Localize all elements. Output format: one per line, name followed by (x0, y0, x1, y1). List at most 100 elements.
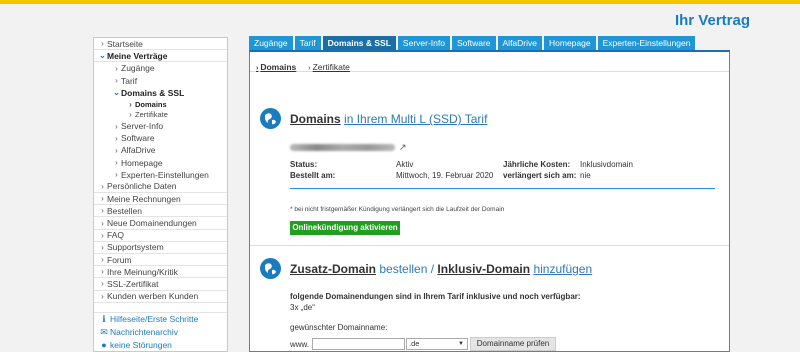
sidebar-item-meine-verträge[interactable]: ⌄ Meine Verträge (94, 50, 227, 63)
sidebar-item-label: Homepage (121, 157, 163, 168)
check-domain-button[interactable]: Domainname prüfen (470, 337, 556, 351)
chevron-down-icon: ⌄ (113, 88, 120, 98)
chevron-right-icon: › (129, 99, 132, 109)
chevron-right-icon: › (129, 110, 132, 120)
sidebar-item-label: Forum (107, 254, 132, 265)
chevron-right-icon: › (101, 218, 104, 228)
help-link-0[interactable]: ℹ Hilfeseite/Erste Schritte (94, 313, 227, 326)
included-tlds-info: folgende Domainendungen sind in Ihrem Ta… (290, 292, 581, 301)
sidebar-item-label: Zugänge (121, 63, 155, 74)
chevron-right-icon: › (101, 279, 104, 289)
sidebar-item-homepage[interactable]: › Homepage (94, 157, 227, 169)
sidebar-item-kunden-werben-kunden[interactable]: › Kunden werben Kunden (94, 291, 227, 303)
chevron-right-icon: › (101, 291, 104, 301)
sidebar-item-supportsystem[interactable]: › Supportsystem (94, 242, 227, 254)
sidebar-item-server-info[interactable]: › Server-Info (94, 120, 227, 132)
chevron-right-icon: › (101, 255, 104, 265)
sidebar-item-zugänge[interactable]: › Zugänge (94, 62, 227, 74)
status-label: Status: (290, 160, 318, 169)
status-icon: ● (101, 340, 107, 351)
help-link-label: Hilfeseite/Erste Schritte (110, 314, 199, 325)
tab-domains-ssl[interactable]: Domains & SSL (322, 36, 396, 50)
masked-domain-name (290, 144, 395, 151)
sidebar-item-label: Meine Verträge (107, 50, 168, 61)
tab-tarif[interactable]: Tarif (294, 36, 321, 50)
sidebar-item-faq[interactable]: › FAQ (94, 230, 227, 242)
globe-icon (260, 258, 281, 279)
chevron-right-icon: › (101, 39, 104, 49)
sidebar-item-label: Tarif (121, 75, 138, 86)
addon-section-title: Zusatz-Domain bestellen / Inklusiv-Domai… (290, 262, 593, 276)
costs-value: Inklusivdomain (580, 160, 633, 169)
tab-bar: Zugänge Tarif Domains & SSL Server-Info Soft… (249, 36, 730, 50)
sidebar-item-label: Startseite (107, 38, 143, 49)
sidebar-item-zertifikate[interactable]: › Zertifikate (94, 109, 227, 120)
tld-select[interactable]: .de ▼ (406, 338, 468, 350)
ordered-value: Mittwoch, 19. Februar 2020 (396, 171, 494, 180)
sidebar-item-label: Experten-Einstellungen (121, 169, 209, 180)
tab-software[interactable]: Software (451, 36, 496, 50)
sidebar-item-label: Ihre Meinung/Kritik (107, 266, 178, 277)
sidebar-item-meine-rechnungen[interactable]: › Meine Rechnungen (94, 193, 227, 206)
help-link-1[interactable]: ✉ Nachrichtenarchiv (94, 326, 227, 339)
online-cancel-button[interactable]: Onlinekündigung aktivieren (290, 221, 400, 235)
chevron-right-icon: › (115, 63, 118, 73)
sidebar-item-neue-domainendungen[interactable]: › Neue Domainendungen (94, 217, 227, 230)
sidebar-item-label: Server-Info (121, 121, 164, 132)
sidebar-item-alfadrive[interactable]: › AlfaDrive (94, 144, 227, 156)
chevron-right-icon: › (115, 121, 118, 131)
sidebar-item-label: Persönliche Daten (107, 181, 177, 192)
sidebar-item-ssl-zertifikat[interactable]: › SSL-Zertifikat (94, 278, 227, 291)
renewal-note: * bei nicht fristgemäßer Kündigung verlä… (290, 206, 505, 213)
ordered-label: Bestellt am: (290, 171, 336, 180)
sidebar-item-ihre-meinung-kritik[interactable]: › Ihre Meinung/Kritik (94, 266, 227, 279)
sidebar-item-label: Neue Domainendungen (107, 218, 197, 229)
subtab-domains[interactable]: › Domains (256, 62, 296, 72)
chevron-right-icon: › (115, 158, 118, 168)
sidebar-item-label: Domains & SSL (121, 87, 185, 98)
chevron-right-icon: › (101, 194, 104, 204)
sidebar-item-label: FAQ (107, 230, 125, 241)
chevron-right-icon: › (101, 230, 104, 240)
chevron-right-icon: › (256, 65, 259, 72)
sidebar-item-experten-einstellungen[interactable]: › Experten-Einstellungen (94, 169, 227, 181)
sidebar-item-bestellen[interactable]: › Bestellen (94, 205, 227, 218)
tab-server-info[interactable]: Server-Info (397, 36, 450, 50)
sidebar-item-domains-ssl[interactable]: ⌄ Domains & SSL (94, 87, 227, 99)
sidebar-item-label: Software (121, 133, 155, 144)
chevron-right-icon: › (115, 133, 118, 143)
sidebar-item-domains[interactable]: › Domains (94, 99, 227, 110)
sidebar-item-forum[interactable]: › Forum (94, 254, 227, 267)
chevron-right-icon: › (101, 267, 104, 277)
external-link-icon[interactable]: ↗ (399, 142, 407, 153)
sidebar-item-label: Supportsystem (107, 242, 164, 253)
chevron-right-icon: › (101, 181, 104, 191)
renew-value: nie (580, 171, 591, 180)
sidebar-item-label: Zertifikate (135, 110, 168, 120)
www-prefix: www. (290, 340, 310, 349)
tab-homepage[interactable]: Homepage (544, 36, 596, 50)
help-link-2[interactable]: ● keine Störungen (94, 339, 227, 351)
subtab-zertifikate[interactable]: › Zertifikate (308, 62, 350, 72)
envelope-icon: ✉ (100, 326, 108, 337)
domain-name-input[interactable] (312, 338, 405, 350)
chevron-right-icon: › (101, 242, 104, 252)
tab-content: › Domains › Zertifikate Domains in Ihrem M… (249, 50, 730, 352)
tab-zugänge[interactable]: Zugänge (249, 36, 293, 50)
sidebar-item-tarif[interactable]: › Tarif (94, 75, 227, 87)
chevron-right-icon: › (115, 76, 118, 86)
chevron-right-icon: › (115, 145, 118, 155)
sidebar-item-persönliche-daten[interactable]: › Persönliche Daten (94, 181, 227, 194)
subtab-bar: › Domains › Zertifikate (250, 52, 729, 72)
sidebar-item-software[interactable]: › Software (94, 132, 227, 144)
section-divider (250, 245, 729, 246)
status-value: Aktiv (396, 160, 414, 169)
sidebar-divider (94, 303, 227, 313)
sidebar-item-startseite[interactable]: › Startseite (94, 38, 227, 51)
page-title: Ihr Vertrag (674, 12, 750, 29)
sidebar-help: ℹ Hilfeseite/Erste Schritte ✉ Nachrichtenar… (94, 313, 227, 351)
tab-alfadrive[interactable]: AlfaDrive (497, 36, 542, 50)
tab-experten-einstellungen[interactable]: Experten-Einstellungen (597, 36, 696, 50)
sidebar: › Startseite ⌄ Meine Verträge › Zugänge › Tarif… (93, 37, 228, 352)
sidebar-item-label: Bestellen (107, 205, 142, 216)
